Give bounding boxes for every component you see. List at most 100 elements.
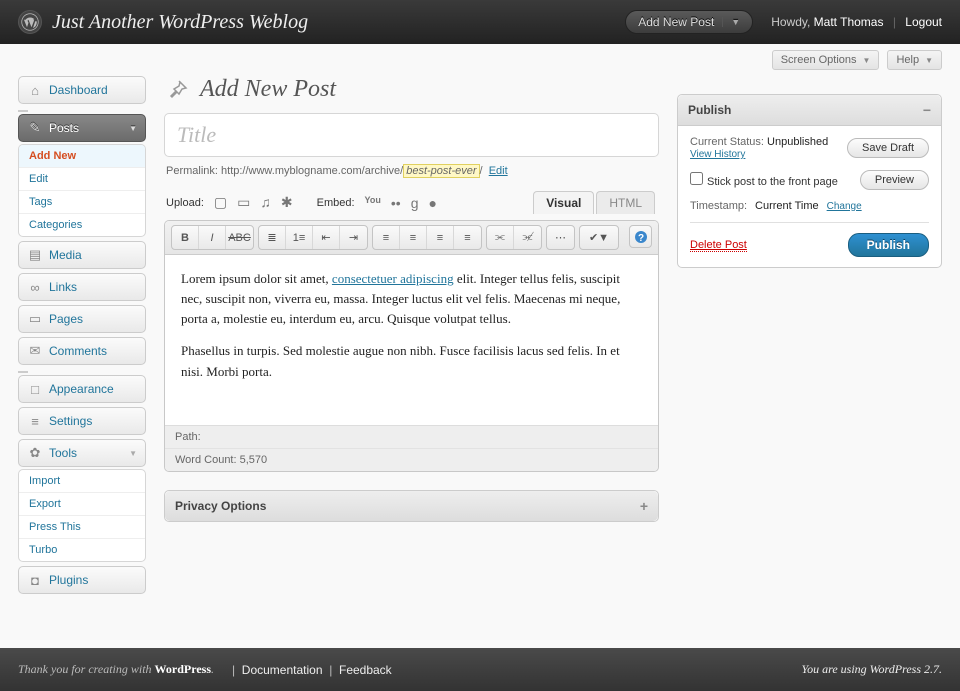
screen-options-toggle[interactable]: Screen Options▼ xyxy=(772,50,880,70)
menu-pages[interactable]: ▭Pages xyxy=(18,305,146,333)
embed-label: Embed: xyxy=(317,197,355,209)
editor-toolbar: B I ABC ≣ 1≡ ⇤ ⇥ ≡ ≡ ≡ ≡ xyxy=(165,221,658,255)
editor-content[interactable]: Lorem ipsum dolor sit amet, consectetuer… xyxy=(165,255,658,425)
admin-topbar: Just Another WordPress Weblog Add New Po… xyxy=(0,0,960,44)
content-link[interactable]: consectetuer adipiscing xyxy=(332,271,454,286)
logout-link[interactable]: Logout xyxy=(905,15,942,29)
footer-thanks: Thank you for creating with WordPress. xyxy=(18,662,214,677)
view-history-link[interactable]: View History xyxy=(690,149,745,160)
menu-dashboard[interactable]: ⌂Dashboard xyxy=(18,76,146,104)
permalink-edit-link[interactable]: Edit xyxy=(489,165,508,177)
menu-plugins[interactable]: ◘Plugins xyxy=(18,566,146,594)
delete-post-link[interactable]: Delete Post xyxy=(690,239,747,252)
admin-footer: Thank you for creating with WordPress. |… xyxy=(0,648,960,691)
submenu-add-new[interactable]: Add New xyxy=(19,145,145,167)
link-button[interactable]: ⫘ xyxy=(487,226,514,249)
user-greeting: Howdy, Matt Thomas | Logout xyxy=(771,15,942,29)
spellcheck-button[interactable]: ✔▼ xyxy=(580,226,618,249)
tab-visual[interactable]: Visual xyxy=(533,191,594,214)
numbered-list-button[interactable]: 1≡ xyxy=(286,226,313,249)
tab-html[interactable]: HTML xyxy=(596,191,655,214)
help-toggle[interactable]: Help▼ xyxy=(887,50,942,70)
bold-button[interactable]: B xyxy=(172,226,199,249)
admin-menu: ⌂Dashboard ✎Posts▼ Add New Edit Tags Cat… xyxy=(18,76,146,598)
align-center-button[interactable]: ≡ xyxy=(400,226,427,249)
strikethrough-button[interactable]: ABC xyxy=(226,226,253,249)
menu-settings[interactable]: ≡Settings xyxy=(18,407,146,435)
sliders-icon: ≡ xyxy=(27,413,43,429)
pin-icon: ✎ xyxy=(27,120,43,136)
page-heading: Add New Post xyxy=(164,76,659,103)
editor-footer: Path: Word Count: 5,570 xyxy=(165,425,658,471)
editor-tabs: Visual HTML xyxy=(533,191,655,214)
stick-checkbox-label[interactable]: Stick post to the front page xyxy=(690,172,838,188)
unlink-button[interactable]: ⫘̸ xyxy=(514,226,541,249)
timestamp-change-link[interactable]: Change xyxy=(827,201,862,212)
triangle-down-icon: ▼ xyxy=(129,449,137,458)
minus-icon: − xyxy=(923,102,931,118)
menu-media[interactable]: ▤Media xyxy=(18,241,146,269)
menu-appearance[interactable]: □Appearance xyxy=(18,375,146,403)
align-right-button[interactable]: ≡ xyxy=(427,226,454,249)
italic-button[interactable]: I xyxy=(199,226,226,249)
submenu-export[interactable]: Export xyxy=(19,492,145,515)
save-draft-button[interactable]: Save Draft xyxy=(847,138,929,158)
svg-text:?: ? xyxy=(637,233,643,244)
page-icon: ▭ xyxy=(27,311,43,327)
menu-tools[interactable]: ✿Tools▼ xyxy=(18,439,146,467)
permalink-base: http://www.myblogname.com/archive/ xyxy=(221,165,403,177)
bullet-list-button[interactable]: ≣ xyxy=(259,226,286,249)
gear-icon: ✿ xyxy=(27,445,43,461)
submenu-import[interactable]: Import xyxy=(19,470,145,492)
upload-generic-icon[interactable]: ✱ xyxy=(281,194,293,211)
upload-video-icon[interactable]: ▭ xyxy=(237,194,250,211)
wordpress-logo-icon[interactable] xyxy=(18,10,42,34)
editor-path: Path: xyxy=(165,426,658,448)
editor-help-button[interactable]: ? xyxy=(629,225,652,248)
embed-google-icon[interactable]: g xyxy=(411,195,419,211)
triangle-down-icon: ▼ xyxy=(129,124,137,133)
footer-feedback-link[interactable]: Feedback xyxy=(339,663,392,677)
page-title: Add New Post xyxy=(200,76,336,103)
embed-generic-icon[interactable]: ● xyxy=(429,195,437,211)
status-label: Current Status: xyxy=(690,136,764,148)
privacy-options-handle[interactable]: Privacy Options + xyxy=(165,491,658,521)
menu-comments[interactable]: ✉Comments xyxy=(18,337,146,365)
comment-icon: ✉ xyxy=(27,343,43,359)
utility-bar: Screen Options▼ Help▼ xyxy=(0,44,960,76)
menu-links[interactable]: ∞Links xyxy=(18,273,146,301)
site-title[interactable]: Just Another WordPress Weblog xyxy=(52,11,308,34)
align-left-button[interactable]: ≡ xyxy=(373,226,400,249)
submenu-edit[interactable]: Edit xyxy=(19,167,145,190)
footer-documentation-link[interactable]: Documentation xyxy=(242,663,323,677)
add-new-post-label: Add New Post xyxy=(638,15,714,29)
indent-button[interactable]: ⇥ xyxy=(340,226,367,249)
editor-word-count: Word Count: 5,570 xyxy=(165,448,658,471)
pushpin-icon xyxy=(164,77,190,103)
caret-down-icon[interactable]: ▼ xyxy=(722,17,740,27)
menu-posts[interactable]: ✎Posts▼ xyxy=(18,114,146,142)
submenu-categories[interactable]: Categories xyxy=(19,213,145,236)
embed-flickr-icon[interactable]: •• xyxy=(391,195,401,211)
preview-button[interactable]: Preview xyxy=(860,170,929,190)
submenu-tools: Import Export Press This Turbo xyxy=(18,469,146,562)
submenu-press-this[interactable]: Press This xyxy=(19,515,145,538)
align-justify-button[interactable]: ≡ xyxy=(454,226,481,249)
embed-youtube-icon[interactable]: You xyxy=(365,195,381,211)
submenu-turbo[interactable]: Turbo xyxy=(19,538,145,561)
profile-link[interactable]: Matt Thomas xyxy=(814,15,884,29)
submenu-tags[interactable]: Tags xyxy=(19,190,145,213)
upload-audio-icon[interactable]: ♫ xyxy=(260,194,271,211)
monitor-icon: □ xyxy=(27,381,43,397)
plug-icon: ◘ xyxy=(27,572,43,588)
upload-image-icon[interactable]: ▢ xyxy=(214,194,227,211)
publish-button[interactable]: Publish xyxy=(848,233,929,257)
link-icon: ∞ xyxy=(27,279,43,295)
more-button[interactable]: ⋯ xyxy=(547,226,574,249)
stick-checkbox[interactable] xyxy=(690,172,703,185)
add-new-post-button[interactable]: Add New Post ▼ xyxy=(625,10,753,34)
outdent-button[interactable]: ⇤ xyxy=(313,226,340,249)
permalink-slug[interactable]: best-post-ever xyxy=(403,164,479,178)
post-title-input[interactable] xyxy=(164,113,659,157)
publish-box-handle[interactable]: Publish − xyxy=(678,95,941,126)
